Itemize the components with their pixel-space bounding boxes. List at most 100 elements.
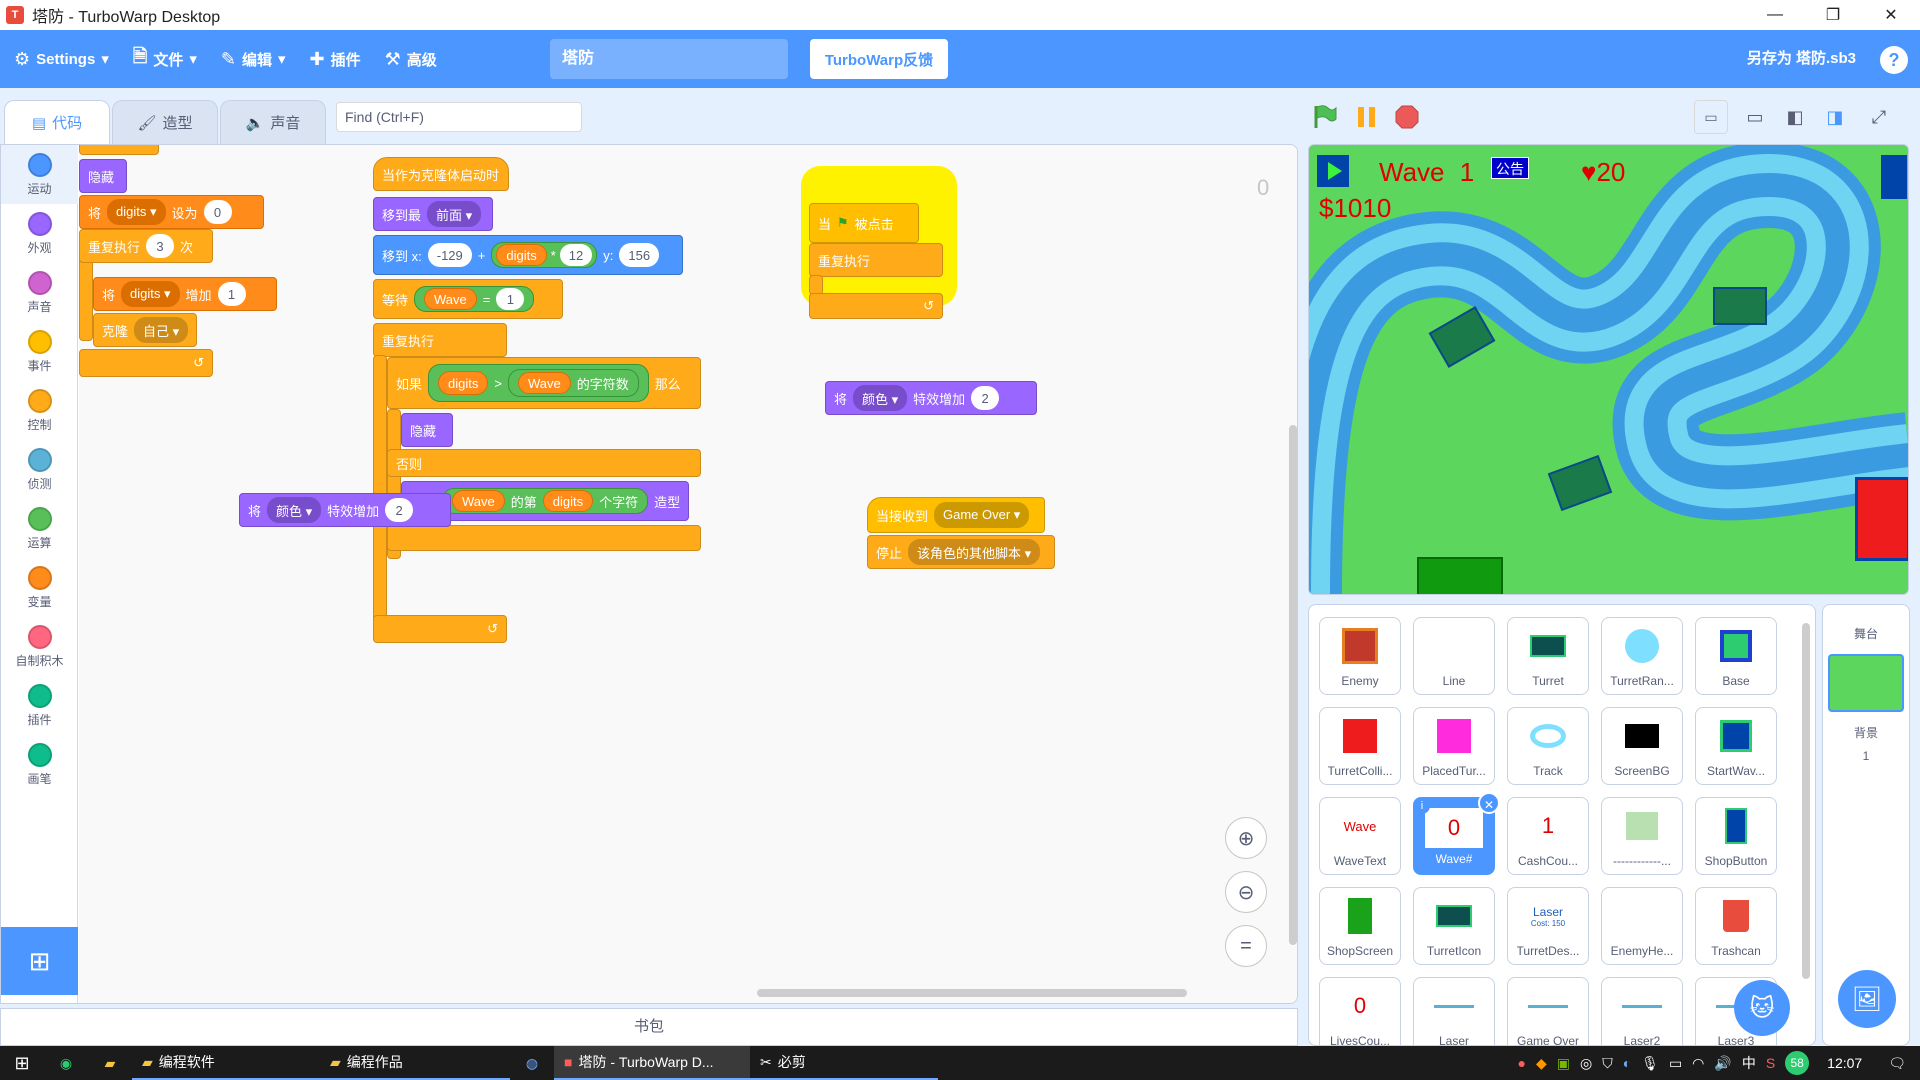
sprite-item[interactable]: 1 CashCou...: [1507, 797, 1589, 875]
save-as-button[interactable]: 另存为 塔防.sb3: [1747, 30, 1856, 88]
mult-input[interactable]: 12: [559, 244, 593, 266]
edit-menu[interactable]: ✎ 编辑 ▾: [209, 30, 298, 88]
category-item[interactable]: 自制积木: [1, 617, 78, 676]
sprite-item[interactable]: PlacedTur...: [1413, 707, 1495, 785]
forever-block-2[interactable]: 重复执行: [809, 243, 943, 277]
hide-block-2[interactable]: 隐藏: [401, 413, 453, 447]
wifi-icon[interactable]: ◠: [1692, 1055, 1704, 1072]
network-app-icon[interactable]: ◐: [1623, 1055, 1631, 1071]
sprite-item[interactable]: Trashcan: [1695, 887, 1777, 965]
stage[interactable]: Wave 1 公告 ♥20 $1010: [1308, 144, 1909, 595]
stop-block[interactable]: 停止 该角色的其他脚本 ▾: [867, 535, 1055, 569]
x-input[interactable]: -129: [427, 243, 472, 267]
forever-block[interactable]: 重复执行: [373, 323, 507, 357]
project-title-input[interactable]: 塔防: [550, 39, 788, 79]
category-item[interactable]: 声音: [1, 263, 78, 322]
console-button[interactable]: ▭: [1694, 100, 1728, 134]
vertical-scrollbar[interactable]: [1289, 425, 1297, 945]
restore-button[interactable]: ❐: [1804, 0, 1862, 30]
taskbar-item-programming-software[interactable]: ▰ 编程软件: [132, 1046, 320, 1080]
taskbar-item-programming-works[interactable]: ▰ 编程作品: [320, 1046, 510, 1080]
clock[interactable]: 12:07: [1827, 1055, 1862, 1071]
sprite-item[interactable]: Line: [1413, 617, 1495, 695]
tab-costumes[interactable]: 🖌 造型: [112, 100, 218, 144]
effect-dropdown[interactable]: 颜色 ▾: [267, 497, 322, 523]
effect-value-input[interactable]: 2: [385, 498, 414, 522]
turret-sprite[interactable]: [1713, 287, 1767, 325]
close-button[interactable]: ✕: [1862, 0, 1920, 30]
sprite-item[interactable]: ------------...: [1601, 797, 1683, 875]
file-menu[interactable]: 🗎 文件 ▾: [121, 30, 209, 88]
delete-sprite-icon[interactable]: ✕: [1478, 792, 1500, 814]
message-dropdown[interactable]: Game Over ▾: [934, 502, 1030, 528]
taskbar-item-turbowarp[interactable]: ■ 塔防 - TurboWarp D...: [554, 1046, 750, 1080]
digits-reporter[interactable]: digits: [496, 244, 547, 266]
goto-front-block[interactable]: 移到最 前面 ▾: [373, 197, 493, 231]
sprite-item[interactable]: Laser: [1413, 977, 1495, 1045]
horizontal-scrollbar[interactable]: [757, 989, 1187, 997]
app-tray-icon[interactable]: ◆: [1536, 1055, 1547, 1072]
shop-toggle-button[interactable]: [1881, 155, 1907, 199]
y-input[interactable]: 156: [619, 243, 660, 267]
zoom-reset-button[interactable]: =: [1225, 925, 1267, 967]
when-receive-hat[interactable]: 当接收到 Game Over ▾: [867, 497, 1045, 533]
change-effect-block-2[interactable]: 将 颜色 ▾ 特效增加 2: [825, 381, 1037, 415]
category-item[interactable]: 运动: [1, 145, 78, 204]
set-value-input[interactable]: 0: [203, 200, 232, 224]
steam-icon[interactable]: ◎: [1580, 1055, 1592, 1072]
sprite-item[interactable]: TurretColli...: [1319, 707, 1401, 785]
app-taskbar-icon[interactable]: ◍: [510, 1046, 554, 1080]
start-wave-button[interactable]: [1317, 155, 1349, 187]
sprite-item[interactable]: Base: [1695, 617, 1777, 695]
equals-operator[interactable]: Wave = 1: [414, 286, 535, 312]
zoom-out-button[interactable]: ⊖: [1225, 871, 1267, 913]
sprite-item[interactable]: Turret: [1507, 617, 1589, 695]
when-flag-clicked-hat[interactable]: 当 ⚑ 被点击: [809, 203, 919, 243]
tab-sounds[interactable]: 🔈 声音: [220, 100, 326, 144]
minimize-button[interactable]: —: [1746, 0, 1804, 30]
category-item[interactable]: 外观: [1, 204, 78, 263]
normal-stage-button[interactable]: ◧: [1778, 100, 1812, 134]
category-item[interactable]: 控制: [1, 381, 78, 440]
info-icon[interactable]: i: [1414, 798, 1430, 814]
help-button[interactable]: ?: [1880, 46, 1908, 74]
effect-dropdown-2[interactable]: 颜色 ▾: [853, 385, 908, 411]
browser-taskbar-icon[interactable]: ◉: [44, 1046, 88, 1080]
sprite-item[interactable]: ShopButton: [1695, 797, 1777, 875]
script-workspace[interactable]: 隐藏 将 digits ▾ 设为 0 重复执行 3 次 将 digits ▾ 增…: [79, 145, 1297, 1003]
greater-than-operator[interactable]: digits > Wave 的字符数: [428, 364, 649, 402]
sprite-item[interactable]: TurretRan...: [1601, 617, 1683, 695]
record-icon[interactable]: ●: [1517, 1055, 1525, 1071]
repeat-block[interactable]: 重复执行 3 次: [79, 229, 213, 263]
category-item[interactable]: 变量: [1, 558, 78, 617]
letter-of-operator[interactable]: Wave 的第 digits 个字符: [442, 488, 649, 514]
volume-icon[interactable]: 🔊: [1714, 1055, 1731, 1072]
sprite-item[interactable]: EnemyHe...: [1601, 887, 1683, 965]
add-extension-button[interactable]: ⊞: [1, 927, 78, 995]
effect-value-input-2[interactable]: 2: [971, 386, 1000, 410]
front-dropdown[interactable]: 前面 ▾: [427, 201, 482, 227]
action-center-icon[interactable]: 🗨: [1888, 1055, 1906, 1072]
find-input[interactable]: Find (Ctrl+F): [336, 102, 582, 132]
zoom-in-button[interactable]: ⊕: [1225, 817, 1267, 859]
wave-reporter[interactable]: Wave: [424, 288, 477, 310]
sprite-item[interactable]: Enemy: [1319, 617, 1401, 695]
feedback-button[interactable]: TurboWarp反馈: [810, 39, 948, 79]
sprite-item[interactable]: Game Over: [1507, 977, 1589, 1045]
sprite-item[interactable]: 0 Wave# i ✕: [1413, 792, 1500, 875]
add-backdrop-button[interactable]: 🖼: [1838, 970, 1896, 1028]
stop-button[interactable]: [1394, 104, 1420, 130]
sogou-icon[interactable]: S: [1766, 1055, 1775, 1071]
wave-reporter[interactable]: Wave: [517, 372, 571, 394]
if-else-block[interactable]: 如果 digits > Wave 的字符数 那么: [387, 357, 701, 409]
notification-badge[interactable]: 58: [1785, 1051, 1810, 1075]
pause-button[interactable]: [1354, 104, 1380, 130]
variable-dropdown[interactable]: digits ▾: [107, 199, 166, 225]
category-item[interactable]: 插件: [1, 676, 78, 735]
large-stage-button[interactable]: ◨: [1818, 100, 1852, 134]
settings-menu[interactable]: ⚙ Settings ▾: [2, 30, 121, 88]
goto-xy-block[interactable]: 移到 x: -129 + digits * 12 y: 156: [373, 235, 683, 275]
add-sprite-button[interactable]: 🐱: [1734, 980, 1790, 1036]
category-item[interactable]: 事件: [1, 322, 78, 381]
sprite-item[interactable]: Wave WaveText: [1319, 797, 1401, 875]
